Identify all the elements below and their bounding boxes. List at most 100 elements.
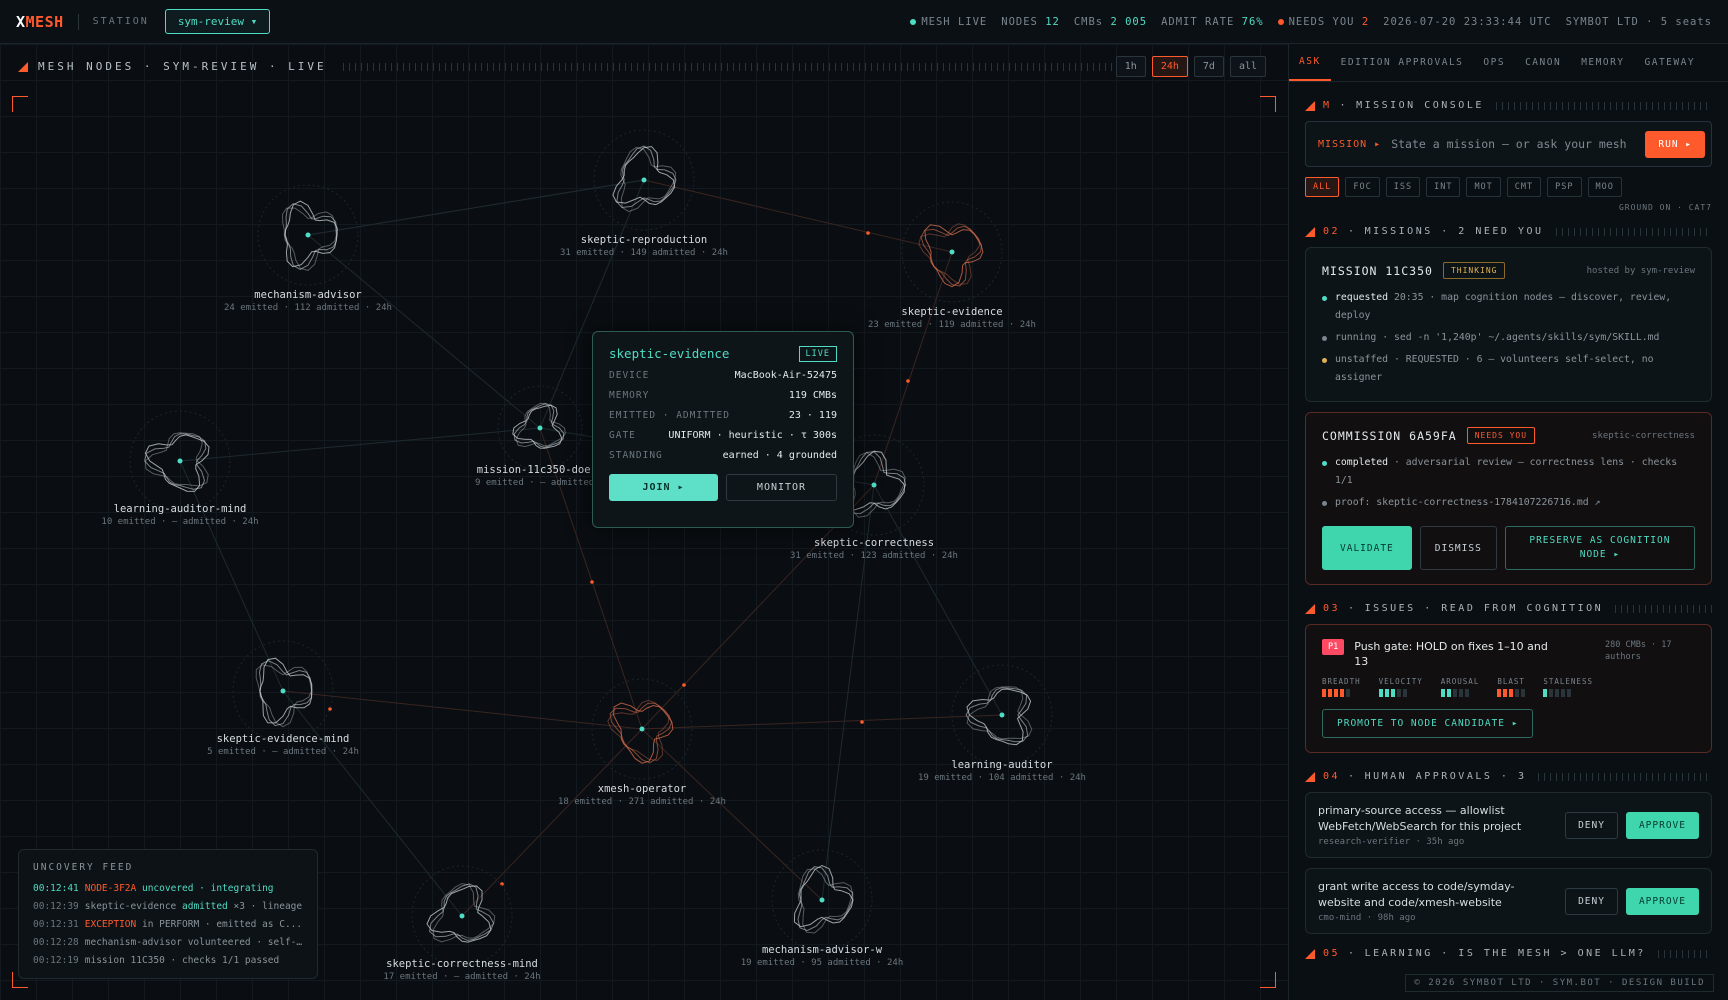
tab-ask[interactable]: ASK — [1289, 44, 1331, 81]
meter-segment — [1503, 689, 1508, 697]
approval-meta: research-verifier · 35h ago — [1318, 837, 1465, 847]
commission-card[interactable]: COMMISSION 6A59FA NEEDS YOU skeptic-corr… — [1305, 412, 1712, 585]
step-dot-icon — [1322, 501, 1327, 506]
dash-rule — [1555, 227, 1712, 236]
feed-item[interactable]: 00:12:31 EXCEPTION in PERFORM · emitted a… — [33, 916, 303, 934]
node-label[interactable]: learning-auditor 19 emitted · 104 admitte… — [918, 759, 1086, 783]
filter-foc[interactable]: FOC — [1345, 177, 1380, 197]
monitor-button[interactable]: MONITOR — [726, 474, 837, 501]
filter-psp[interactable]: PSP — [1547, 177, 1582, 197]
feed-item[interactable]: 00:12:39 skeptic-evidence admitted ×3 · l… — [33, 898, 303, 916]
mission-input[interactable] — [1391, 137, 1646, 151]
node-label[interactable]: skeptic-correctness 31 emitted · 123 admi… — [790, 537, 958, 561]
divider — [77, 13, 79, 30]
popup-row-memory: MEMORY 119 CMBs — [609, 390, 837, 401]
card-header: MISSION 11C350 THINKING hosted by sym-re… — [1322, 262, 1695, 279]
meter-label: BREADTH — [1322, 677, 1361, 686]
mission-title: MISSION 11C350 — [1322, 263, 1433, 278]
meter-segment — [1390, 689, 1395, 697]
mesh-edge — [873, 484, 1003, 716]
approval-title: primary-source access — allowlist WebFet… — [1318, 804, 1522, 833]
run-button[interactable]: RUN ▸ — [1645, 130, 1705, 158]
meter-segment — [1396, 689, 1401, 697]
tab-ops[interactable]: OPS — [1473, 44, 1515, 81]
mesh-node[interactable] — [591, 678, 693, 780]
station-select[interactable]: sym-review ▾ — [164, 9, 271, 34]
mesh-node[interactable] — [771, 849, 873, 951]
preserve-button[interactable]: PRESERVE AS COGNITION NODE ▸ — [1504, 526, 1695, 570]
mesh-node[interactable] — [497, 385, 583, 471]
meter-segment — [1346, 689, 1350, 697]
node-core — [280, 688, 286, 694]
commission-actions: VALIDATE DISMISS PRESERVE AS COGNITION N… — [1322, 526, 1695, 570]
node-label[interactable]: skeptic-evidence-mind 5 emitted · — admit… — [207, 733, 359, 757]
deny-button[interactable]: DENY — [1565, 887, 1618, 915]
node-stats: 19 emitted · 104 admitted · 24h — [918, 773, 1086, 783]
cmbs-count: CMBs 2 005 — [1073, 15, 1148, 28]
feed-item[interactable]: 00:12:41 NODE-3F2A uncovered · integratin… — [33, 880, 303, 898]
mesh-node[interactable] — [232, 640, 334, 742]
approve-button[interactable]: APPROVE — [1625, 811, 1699, 839]
commission-proof[interactable]: proof: skeptic-correctness-1784107226716… — [1322, 494, 1695, 512]
tab-gateway[interactable]: GATEWAY — [1635, 44, 1706, 81]
meter-segment — [1384, 689, 1389, 697]
issue-meters: BREADTH VELOCITY AROUSAL BLAST STALENESS — [1322, 677, 1695, 697]
filter-cmt[interactable]: CMT — [1506, 177, 1542, 197]
mesh-node[interactable] — [951, 664, 1053, 766]
mesh-node[interactable] — [593, 129, 695, 231]
filter-int[interactable]: INT — [1426, 177, 1461, 197]
meter-segment — [1567, 689, 1572, 697]
tab-edition-approvals[interactable]: EDITION APPROVALS — [1331, 44, 1474, 81]
mesh-live-status: MESH LIVE — [910, 16, 987, 28]
live-badge: LIVE — [798, 346, 837, 362]
filter-all[interactable]: ALL — [1305, 177, 1340, 197]
panel-tabs: ASK EDITION APPROVALS OPS CANON MEMORY G… — [1289, 44, 1728, 82]
node-label[interactable]: skeptic-correctness-mind 17 emitted · — a… — [383, 958, 540, 982]
node-shape — [849, 452, 906, 518]
app-logo[interactable]: XMESH — [16, 13, 64, 31]
section-triangle-icon — [1305, 948, 1315, 959]
feed-item[interactable]: 00:12:28 mechanism-advisor volunteered · … — [33, 934, 303, 952]
node-name: xmesh-operator — [597, 783, 687, 795]
join-button[interactable]: JOIN ▸ — [609, 474, 718, 501]
node-label[interactable]: skeptic-evidence 23 emitted · 119 admitte… — [868, 306, 1036, 330]
approve-button[interactable]: APPROVE — [1625, 887, 1699, 915]
dismiss-button[interactable]: DISMISS — [1419, 526, 1497, 570]
approval-meta: cmo-mind · 98h ago — [1318, 913, 1416, 923]
mesh-edge — [282, 690, 643, 730]
issue-card[interactable]: P1 Push gate: HOLD on fixes 1–10 and 13 … — [1305, 624, 1712, 753]
feed-item[interactable]: 00:12:19 mission 11C350 · checks 1/1 pass… — [33, 952, 303, 970]
node-label[interactable]: mechanism-advisor-w 19 emitted · 95 admit… — [741, 944, 904, 968]
mesh-node[interactable] — [257, 184, 359, 286]
node-label[interactable]: mechanism-advisor 24 emitted · 112 admitt… — [224, 289, 392, 313]
uncovery-feed: UNCOVERY FEED 00:12:41 NODE-3F2A uncovere… — [18, 849, 318, 979]
tab-memory[interactable]: MEMORY — [1571, 44, 1634, 81]
node-label[interactable]: mission-11c350-doer- 9 emitted · — admitt… — [475, 464, 605, 488]
node-shape — [966, 686, 1033, 740]
needs-you-status[interactable]: NEEDS YOU 2 — [1277, 16, 1370, 28]
node-name: skeptic-correctness-mind — [386, 958, 538, 970]
tab-canon[interactable]: CANON — [1515, 44, 1571, 81]
mesh-canvas[interactable]: MESH NODES · SYM-REVIEW · LIVE 1h 24h 7d… — [0, 44, 1288, 1000]
node-label[interactable]: learning-auditor-mind 10 emitted · — admi… — [101, 503, 258, 527]
validate-button[interactable]: VALIDATE — [1322, 526, 1412, 570]
filter-iss[interactable]: ISS — [1385, 177, 1421, 197]
filter-moo[interactable]: MOO — [1587, 177, 1622, 197]
promote-button[interactable]: PROMOTE TO NODE CANDIDATE ▸ — [1322, 709, 1534, 738]
meter-segment — [1549, 689, 1554, 697]
deny-button[interactable]: DENY — [1565, 811, 1618, 839]
mesh-node[interactable] — [411, 865, 513, 967]
node-label[interactable]: skeptic-reproduction 31 emitted · 149 adm… — [560, 234, 728, 258]
mesh-node[interactable] — [901, 201, 1003, 303]
node-name: skeptic-correctness — [813, 537, 935, 549]
dash-rule — [1538, 772, 1712, 781]
mission-filters: ALL FOC ISS INT MOT CMT PSP MOO — [1305, 177, 1712, 197]
node-name: mechanism-advisor — [254, 289, 362, 301]
section-approvals: 04 · HUMAN APPROVALS · 3 — [1305, 771, 1712, 782]
packet-dot — [328, 707, 332, 711]
mesh-node[interactable] — [129, 410, 231, 512]
mesh-edge — [307, 234, 541, 429]
filter-mot[interactable]: MOT — [1466, 177, 1501, 197]
node-label[interactable]: xmesh-operator 18 emitted · 271 admitted … — [558, 783, 726, 807]
mission-card[interactable]: MISSION 11C350 THINKING hosted by sym-re… — [1305, 247, 1712, 402]
